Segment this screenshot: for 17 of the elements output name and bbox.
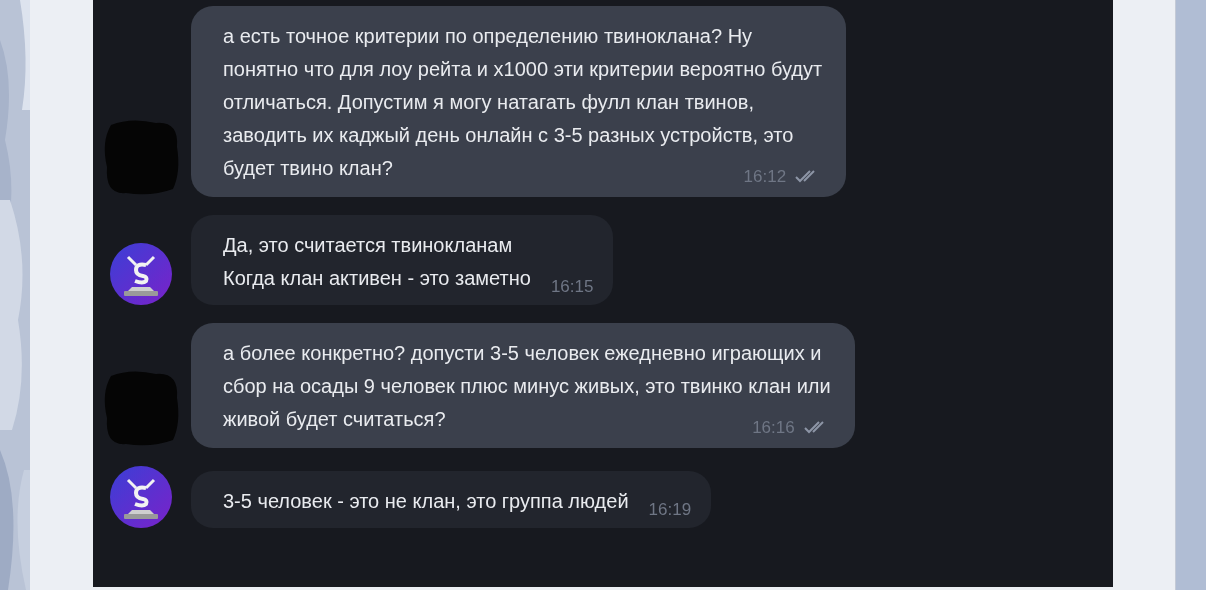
message-text-line: будет твино клан?	[223, 156, 393, 181]
message-text-line: сбор на осады 9 человек плюс минус живых, это твинко клан или	[223, 374, 831, 399]
message-time: 16:19	[648, 498, 692, 521]
message-time: 16:12	[743, 165, 787, 188]
message-text-line: а есть точное критерии по определению твиноклана? Ну	[223, 24, 753, 49]
message-text-line: 3-5 человек - это не клан, это группа людей	[223, 489, 629, 514]
logo-avatar	[110, 243, 172, 305]
message-text-line: живой будет считаться?	[223, 407, 446, 432]
message-text-line: понятно что для лоу рейта и х1000 эти критерии вероятно будут	[223, 57, 823, 82]
message-text-line: заводить их каджый день онлайн с 3-5 разных устройств, это	[223, 123, 794, 148]
message-text-line: Когда клан активен - это заметно	[223, 266, 531, 291]
message-time: 16:16	[752, 416, 795, 439]
message-text-line: отличаться. Допустим я могу натагать фулл клан твинов,	[223, 90, 754, 115]
message-time: 16:15	[550, 275, 594, 298]
logo-avatar	[110, 466, 172, 528]
message-text-line: а более конкретно? допусти 3-5 человек ежедневно играющих и	[223, 341, 822, 366]
message-text-line: Да, это считается твинокланам	[223, 233, 513, 258]
